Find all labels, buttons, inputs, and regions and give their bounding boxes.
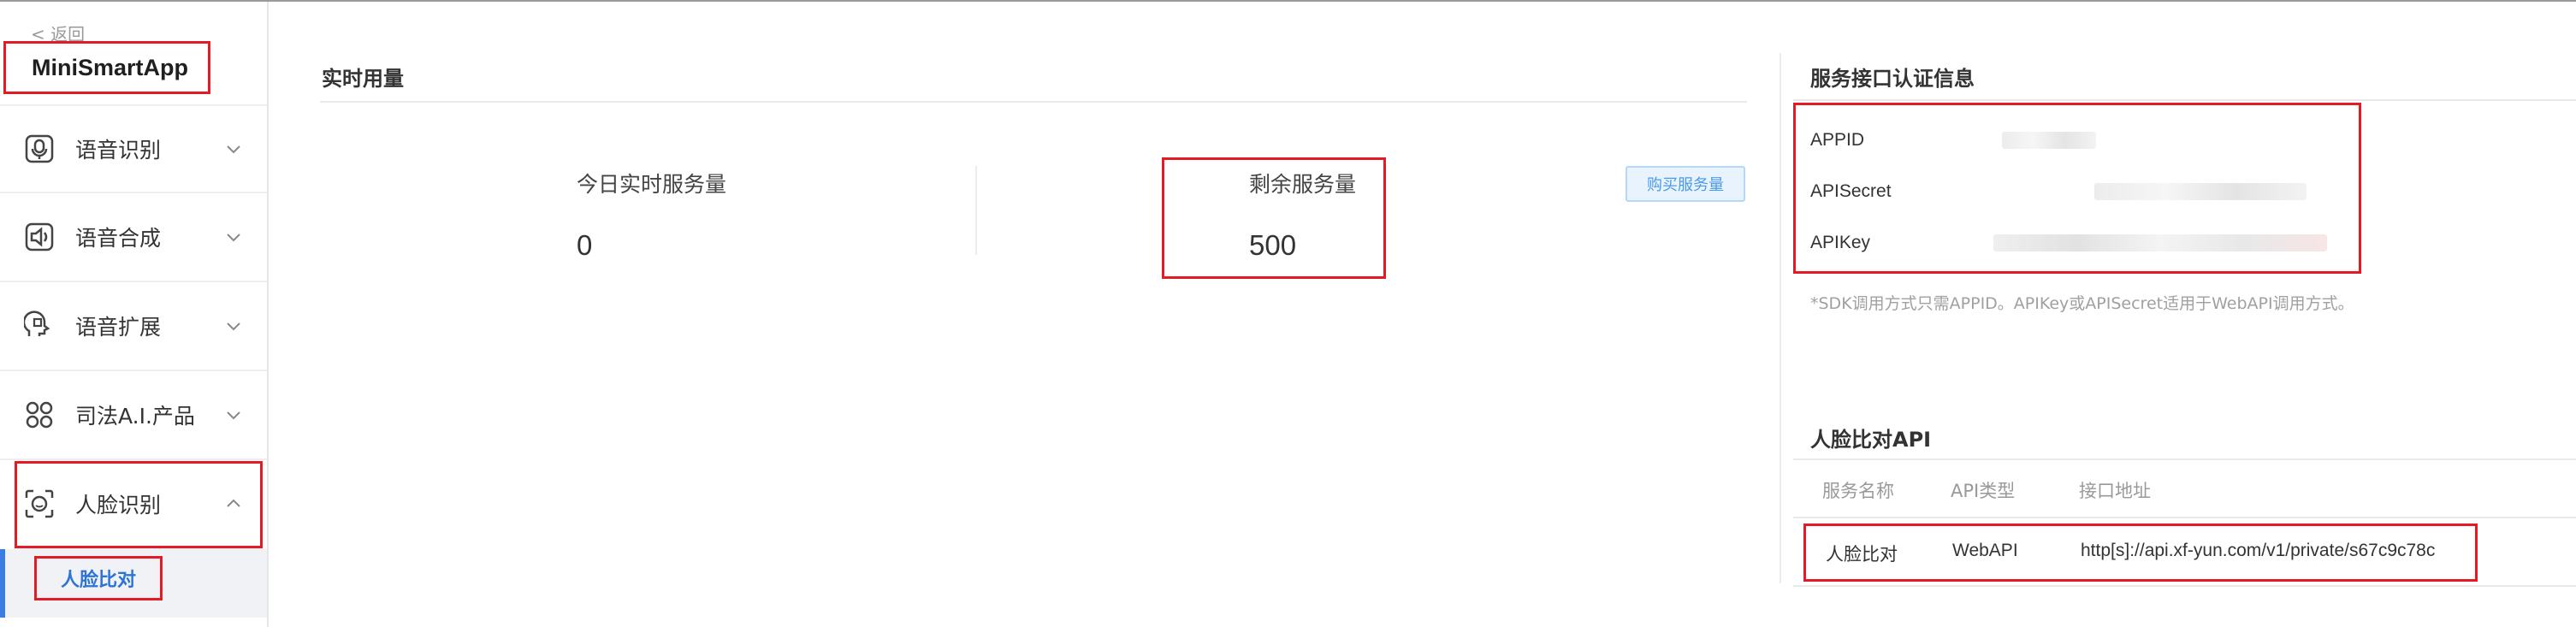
table-header-endpoint: 接口地址 [2079,481,2151,501]
appid-label: APPID [1810,130,1865,150]
divider [1793,585,2576,587]
table-header-service-name: 服务名称 [1822,481,1894,501]
microphone-icon [25,134,54,163]
justice-icon [26,401,53,429]
voice-extension-icon [24,311,50,336]
api-row-name: 人脸比对 [1826,545,1898,565]
sidebar-item-label: 人脸识别 [75,493,162,518]
remaining-usage-stat: 剩余服务量 500 [1249,168,1356,262]
appid-value-redacted[interactable] [2002,132,2096,149]
divider [1793,458,2576,460]
auth-usage-note: *SDK调用方式只需APPID。APIKey或APISecret适用于WebAP… [1810,294,2354,313]
today-usage-value: 0 [577,229,593,261]
table-header-api-type: API类型 [1951,481,2016,501]
divider [320,101,1747,103]
active-indicator [0,549,5,618]
top-border [0,0,2576,2]
sidebar: < 返回 MiniSmartApp 语音识别 语音合成 语音扩展 司法A.I.产… [0,2,269,627]
sidebar-item-label: 语音扩展 [75,315,162,340]
chevron-down-icon [227,234,240,242]
usage-section-title: 实时用量 [322,67,404,91]
today-usage-label: 今日实时服务量 [577,172,727,197]
today-usage-stat: 今日实时服务量 0 [577,168,726,262]
face-api-title: 人脸比对API [1810,428,1932,452]
sidebar-item-speech-recognition[interactable]: 语音识别 [0,104,267,193]
remaining-usage-value: 500 [1249,229,1297,261]
divider [975,166,977,255]
divider [1793,517,2576,518]
sidebar-item-justice-ai[interactable]: 司法A.I.产品 [0,371,267,460]
sidebar-item-face-recognition[interactable]: 人脸识别 [14,460,264,549]
face-scan-icon [25,489,54,518]
sidebar-subitem-face-compare[interactable]: 人脸比对 [34,556,163,600]
auth-section-title: 服务接口认证信息 [1810,67,1975,91]
divider [1780,53,1781,583]
sidebar-item-speech-extension[interactable]: 语音扩展 [0,282,267,371]
speaker-icon [25,222,54,251]
buy-service-button[interactable]: 购买服务量 [1626,166,1745,202]
apikey-label: APIKey [1810,233,1871,252]
api-row-url[interactable]: http[s]://api.xf-yun.com/v1/private/s67c… [2081,541,2435,561]
app-name-title: MiniSmartApp [3,41,210,94]
chevron-up-icon [227,499,240,507]
sidebar-item-label: 司法A.I.产品 [75,404,195,429]
face-recognition-submenu: 人脸比对 [0,549,267,618]
divider [1793,99,2576,101]
chevron-down-icon [227,411,240,420]
sidebar-item-label: 语音识别 [75,138,162,163]
chevron-down-icon [227,145,240,154]
chevron-down-icon [227,322,240,331]
sidebar-menu: 语音识别 语音合成 语音扩展 司法A.I.产品 人脸识别 人脸比对 [0,104,267,618]
api-row-type: WebAPI [1952,541,2018,560]
apisecret-value-redacted[interactable] [2094,183,2307,200]
remaining-usage-label: 剩余服务量 [1249,172,1357,197]
sidebar-item-label: 语音合成 [75,226,162,251]
apikey-value-redacted[interactable] [1993,234,2327,251]
apisecret-label: APISecret [1810,181,1892,201]
sidebar-item-speech-synthesis[interactable]: 语音合成 [0,193,267,282]
